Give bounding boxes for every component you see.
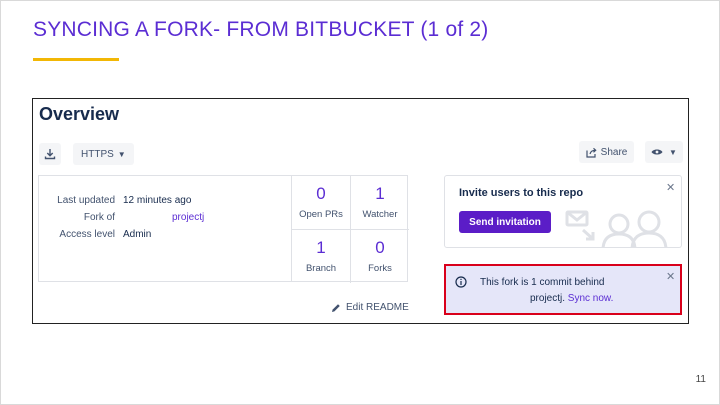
- fork-parent-name: projectj.: [530, 293, 566, 304]
- invite-users-illustration: [565, 210, 668, 247]
- chevron-down-icon: ▼: [117, 149, 126, 159]
- sync-message-prefix: This fork is 1 commit behind: [480, 277, 605, 288]
- eye-icon: [651, 149, 663, 155]
- fork-of-label: Fork of: [83, 212, 115, 223]
- page-number: 11: [695, 374, 706, 385]
- download-icon: [44, 149, 56, 160]
- pencil-icon: [332, 303, 340, 312]
- title-underline: [33, 58, 119, 61]
- repo-stats: 0 Open PRs 1 Watcher 1 Branch 0 Forks: [291, 175, 409, 283]
- access-level-value: Admin: [123, 229, 152, 240]
- protocol-dropdown[interactable]: HTTPS ▼: [73, 143, 134, 165]
- chevron-down-icon: ▼: [669, 147, 677, 157]
- stat-label: Branch: [305, 263, 337, 274]
- slide-title: SYNCING A FORK- FROM BITBUCKET (1 of 2): [33, 18, 489, 41]
- share-icon: [586, 147, 597, 158]
- invite-title: Invite users to this repo: [459, 187, 584, 199]
- share-button[interactable]: Share: [579, 141, 634, 163]
- overview-title: Overview: [39, 104, 120, 124]
- stat-value: 1: [316, 238, 326, 257]
- download-button[interactable]: [39, 143, 61, 165]
- sync-fork-alert: This fork is 1 commit behind projectj. S…: [444, 264, 682, 315]
- close-icon[interactable]: ✕: [666, 181, 675, 194]
- share-label: Share: [600, 146, 628, 158]
- repo-info: Last updated 12 minutes ago Fork of proj…: [38, 175, 291, 282]
- stat-value: 0: [316, 184, 326, 203]
- watch-dropdown[interactable]: ▼: [645, 141, 683, 163]
- send-invitation-button[interactable]: Send invitation: [459, 211, 551, 233]
- sync-now-link[interactable]: Sync now.: [568, 293, 614, 304]
- stat-label: Open PRs: [299, 209, 343, 220]
- edit-readme-label: Edit README: [346, 302, 409, 313]
- fork-parent-link[interactable]: projectj: [172, 212, 204, 223]
- last-updated-value: 12 minutes ago: [123, 195, 192, 206]
- stat-value: 0: [375, 238, 385, 257]
- access-level-label: Access level: [59, 229, 115, 240]
- edit-readme-button[interactable]: Edit README: [331, 302, 409, 313]
- stat-watcher[interactable]: 1 Watcher: [351, 176, 409, 229]
- close-icon[interactable]: ✕: [666, 270, 675, 283]
- invite-card: Invite users to this repo ✕ Send invitat…: [444, 175, 682, 248]
- last-updated-label: Last updated: [57, 195, 115, 206]
- info-icon: [455, 276, 467, 288]
- stat-value: 1: [375, 184, 385, 203]
- stat-forks[interactable]: 0 Forks: [351, 230, 409, 283]
- sync-message-line2: projectj. Sync now.: [480, 291, 660, 307]
- stat-branch[interactable]: 1 Branch: [292, 230, 350, 283]
- stat-label: Forks: [368, 263, 392, 274]
- sync-message: This fork is 1 commit behind projectj. S…: [480, 275, 660, 307]
- protocol-label: HTTPS: [81, 148, 114, 160]
- stat-label: Watcher: [362, 209, 398, 220]
- stat-open-prs[interactable]: 0 Open PRs: [292, 176, 350, 229]
